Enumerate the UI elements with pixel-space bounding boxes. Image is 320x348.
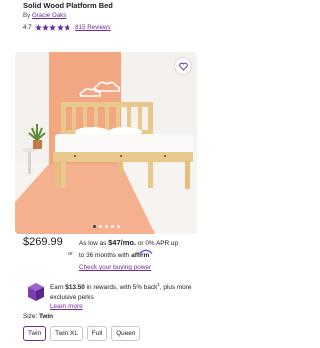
rewards-earn-prefix: Earn (50, 284, 64, 292)
carousel-dot[interactable] (98, 225, 102, 228)
rating-row: 4.7 815 Reviews (23, 24, 111, 31)
rewards-amount: $13.50 (65, 284, 85, 292)
size-selected-value: Twin (39, 313, 54, 320)
star-icon (49, 24, 57, 31)
brand-byline: By Gracie Oaks (23, 12, 66, 19)
product-title: Solid Wood Platform Bed (23, 1, 113, 10)
bed-photo (15, 52, 197, 234)
star-half-icon (64, 24, 71, 31)
apr-text: or 0% APR up (137, 240, 179, 247)
affirm-arc-icon (139, 249, 153, 254)
or-label: or (68, 251, 73, 257)
rewards-desc: in rewards, with 5% back (86, 284, 158, 292)
reviews-link[interactable]: 815 Reviews (75, 24, 110, 31)
carousel-dot[interactable] (110, 225, 114, 228)
learn-more-link[interactable]: Learn more (50, 303, 83, 310)
size-option-full[interactable]: Full (86, 326, 108, 341)
heart-icon (178, 62, 188, 71)
rating-value: 4.7 (23, 24, 32, 31)
buying-power-link[interactable]: Check your buying power (79, 264, 151, 271)
rewards-cube-icon (28, 283, 44, 301)
size-label-prefix: Size: (23, 313, 38, 320)
term-text: to 36 months with (79, 252, 130, 259)
carousel-dot[interactable] (104, 225, 108, 228)
size-options: Twin Twin XL Full Queen (23, 326, 141, 341)
carousel-dots (15, 225, 197, 228)
size-option-twin[interactable]: Twin (23, 326, 47, 341)
financing-line-2: to 36 months with affirm (79, 249, 153, 259)
carousel-dot[interactable] (92, 225, 96, 228)
carousel-dot[interactable] (116, 225, 120, 228)
size-option-twin-xl[interactable]: Twin XL (50, 326, 83, 341)
product-image[interactable] (15, 52, 197, 234)
star-icon (34, 24, 42, 31)
affirm-logo: affirm (131, 249, 153, 259)
size-option-queen[interactable]: Queen (111, 326, 141, 341)
star-icon (42, 24, 49, 31)
as-low-as-label: As low as (79, 240, 107, 247)
brand-link[interactable]: Gracie Oaks (32, 12, 66, 19)
star-icon (56, 24, 64, 31)
financing-line-1: As low as $47/mo. or 0% APR up (79, 238, 178, 247)
rating-stars (34, 24, 72, 31)
product-price: $269.99 (23, 236, 63, 248)
favorite-button[interactable] (175, 58, 191, 74)
by-prefix: By (23, 12, 31, 19)
rewards-text: Earn $13.50 in rewards, with 5% back1, p… (50, 280, 200, 312)
monthly-price: $47/mo. (108, 238, 137, 247)
size-label: Size: Twin (23, 313, 53, 320)
